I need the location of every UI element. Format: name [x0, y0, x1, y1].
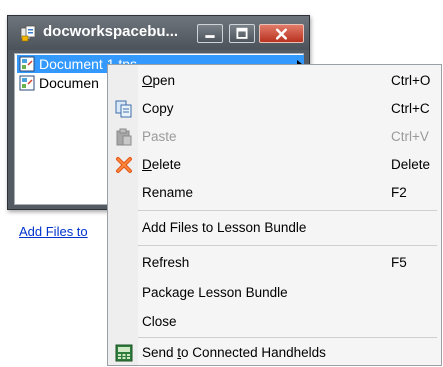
- menu-item-shortcut: Ctrl+C: [391, 101, 430, 116]
- menu-item-label: Delete: [142, 157, 182, 172]
- window-title: docworkspacebu...: [43, 23, 179, 40]
- menu-item-shortcut: Ctrl+V: [391, 129, 429, 144]
- minimize-button[interactable]: [197, 24, 223, 43]
- menu-item-refresh[interactable]: Refresh F5: [108, 249, 441, 277]
- menu-item-shortcut: F5: [391, 255, 407, 270]
- menu-separator: [138, 245, 437, 246]
- file-name: Documen: [39, 75, 99, 91]
- copy-icon: [115, 100, 132, 118]
- menu-item-label: Paste: [142, 129, 177, 144]
- add-files-link[interactable]: Add Files to: [19, 224, 88, 239]
- menu-separator: [138, 337, 437, 338]
- menu-item-package-bundle[interactable]: Package Lesson Bundle: [108, 279, 441, 307]
- menu-item-shortcut: Ctrl+O: [391, 73, 431, 88]
- menu-item-add-files[interactable]: Add Files to Lesson Bundle: [108, 214, 441, 242]
- menu-item-close[interactable]: Close: [108, 308, 441, 336]
- close-button[interactable]: [259, 24, 304, 43]
- menu-item-label: Rename: [142, 185, 194, 200]
- maximize-button[interactable]: [229, 24, 255, 43]
- close-icon: [275, 28, 288, 40]
- menu-item-label: Package Lesson Bundle: [142, 285, 288, 300]
- menu-item-label: Send to Connected Handhelds: [142, 345, 326, 360]
- minimize-icon: [205, 35, 215, 38]
- menu-item-label: Add Files to Lesson Bundle: [142, 220, 307, 235]
- document-icon: [19, 56, 35, 72]
- menu-item-send-to-handhelds[interactable]: Send to Connected Handhelds: [108, 339, 441, 367]
- menu-item-open[interactable]: Open Ctrl+O: [108, 67, 441, 95]
- menu-item-copy[interactable]: Copy Ctrl+C: [108, 95, 441, 123]
- menu-item-shortcut: Delete: [391, 157, 431, 172]
- document-icon: [19, 75, 35, 91]
- app-icon: [20, 25, 36, 42]
- menu-item-shortcut: F2: [391, 185, 407, 200]
- paste-icon: [116, 128, 132, 146]
- title-bar[interactable]: docworkspacebu...: [8, 16, 309, 50]
- menu-separator: [138, 210, 437, 211]
- menu-item-label: Copy: [142, 101, 174, 116]
- delete-icon: [116, 157, 132, 173]
- context-menu: Open Ctrl+O Copy Ctrl+C Paste Ctrl+V Del…: [107, 64, 442, 366]
- menu-item-label: Close: [142, 314, 177, 329]
- menu-item-rename[interactable]: Rename F2: [108, 179, 441, 207]
- menu-item-label: Open: [142, 73, 176, 88]
- menu-item-label: Refresh: [142, 255, 190, 270]
- maximize-icon: [236, 27, 248, 39]
- menu-item-delete[interactable]: Delete Delete: [108, 151, 441, 179]
- menu-item-paste[interactable]: Paste Ctrl+V: [108, 123, 441, 151]
- send-handheld-icon: [115, 344, 133, 362]
